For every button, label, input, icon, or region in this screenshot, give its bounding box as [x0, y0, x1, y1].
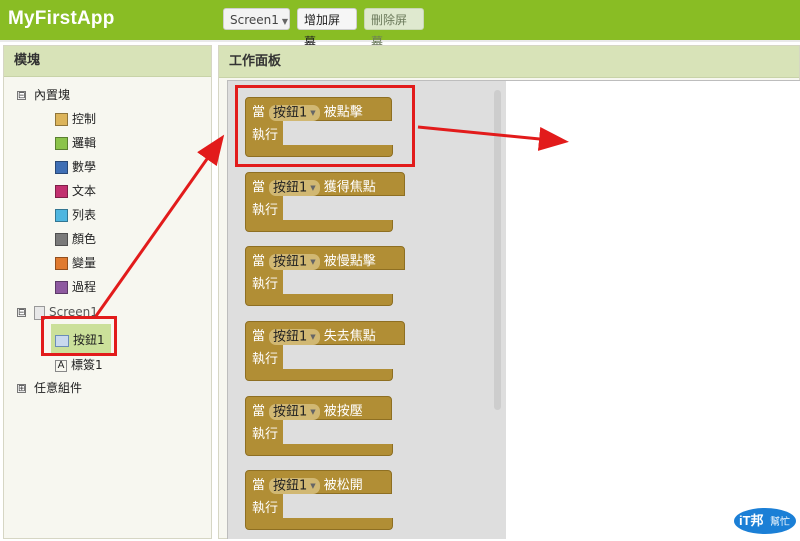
arrow-to-canvas [417, 125, 569, 151]
logo-text-1: iT邦 [739, 513, 764, 528]
ithome-logo: iT邦 幫忙 [732, 505, 798, 541]
logo-badge-icon: iT邦 幫忙 [734, 508, 796, 534]
annotation-arrows [94, 125, 569, 317]
logo-text-2: 幫忙 [770, 515, 790, 528]
arrow-to-block [94, 134, 225, 317]
